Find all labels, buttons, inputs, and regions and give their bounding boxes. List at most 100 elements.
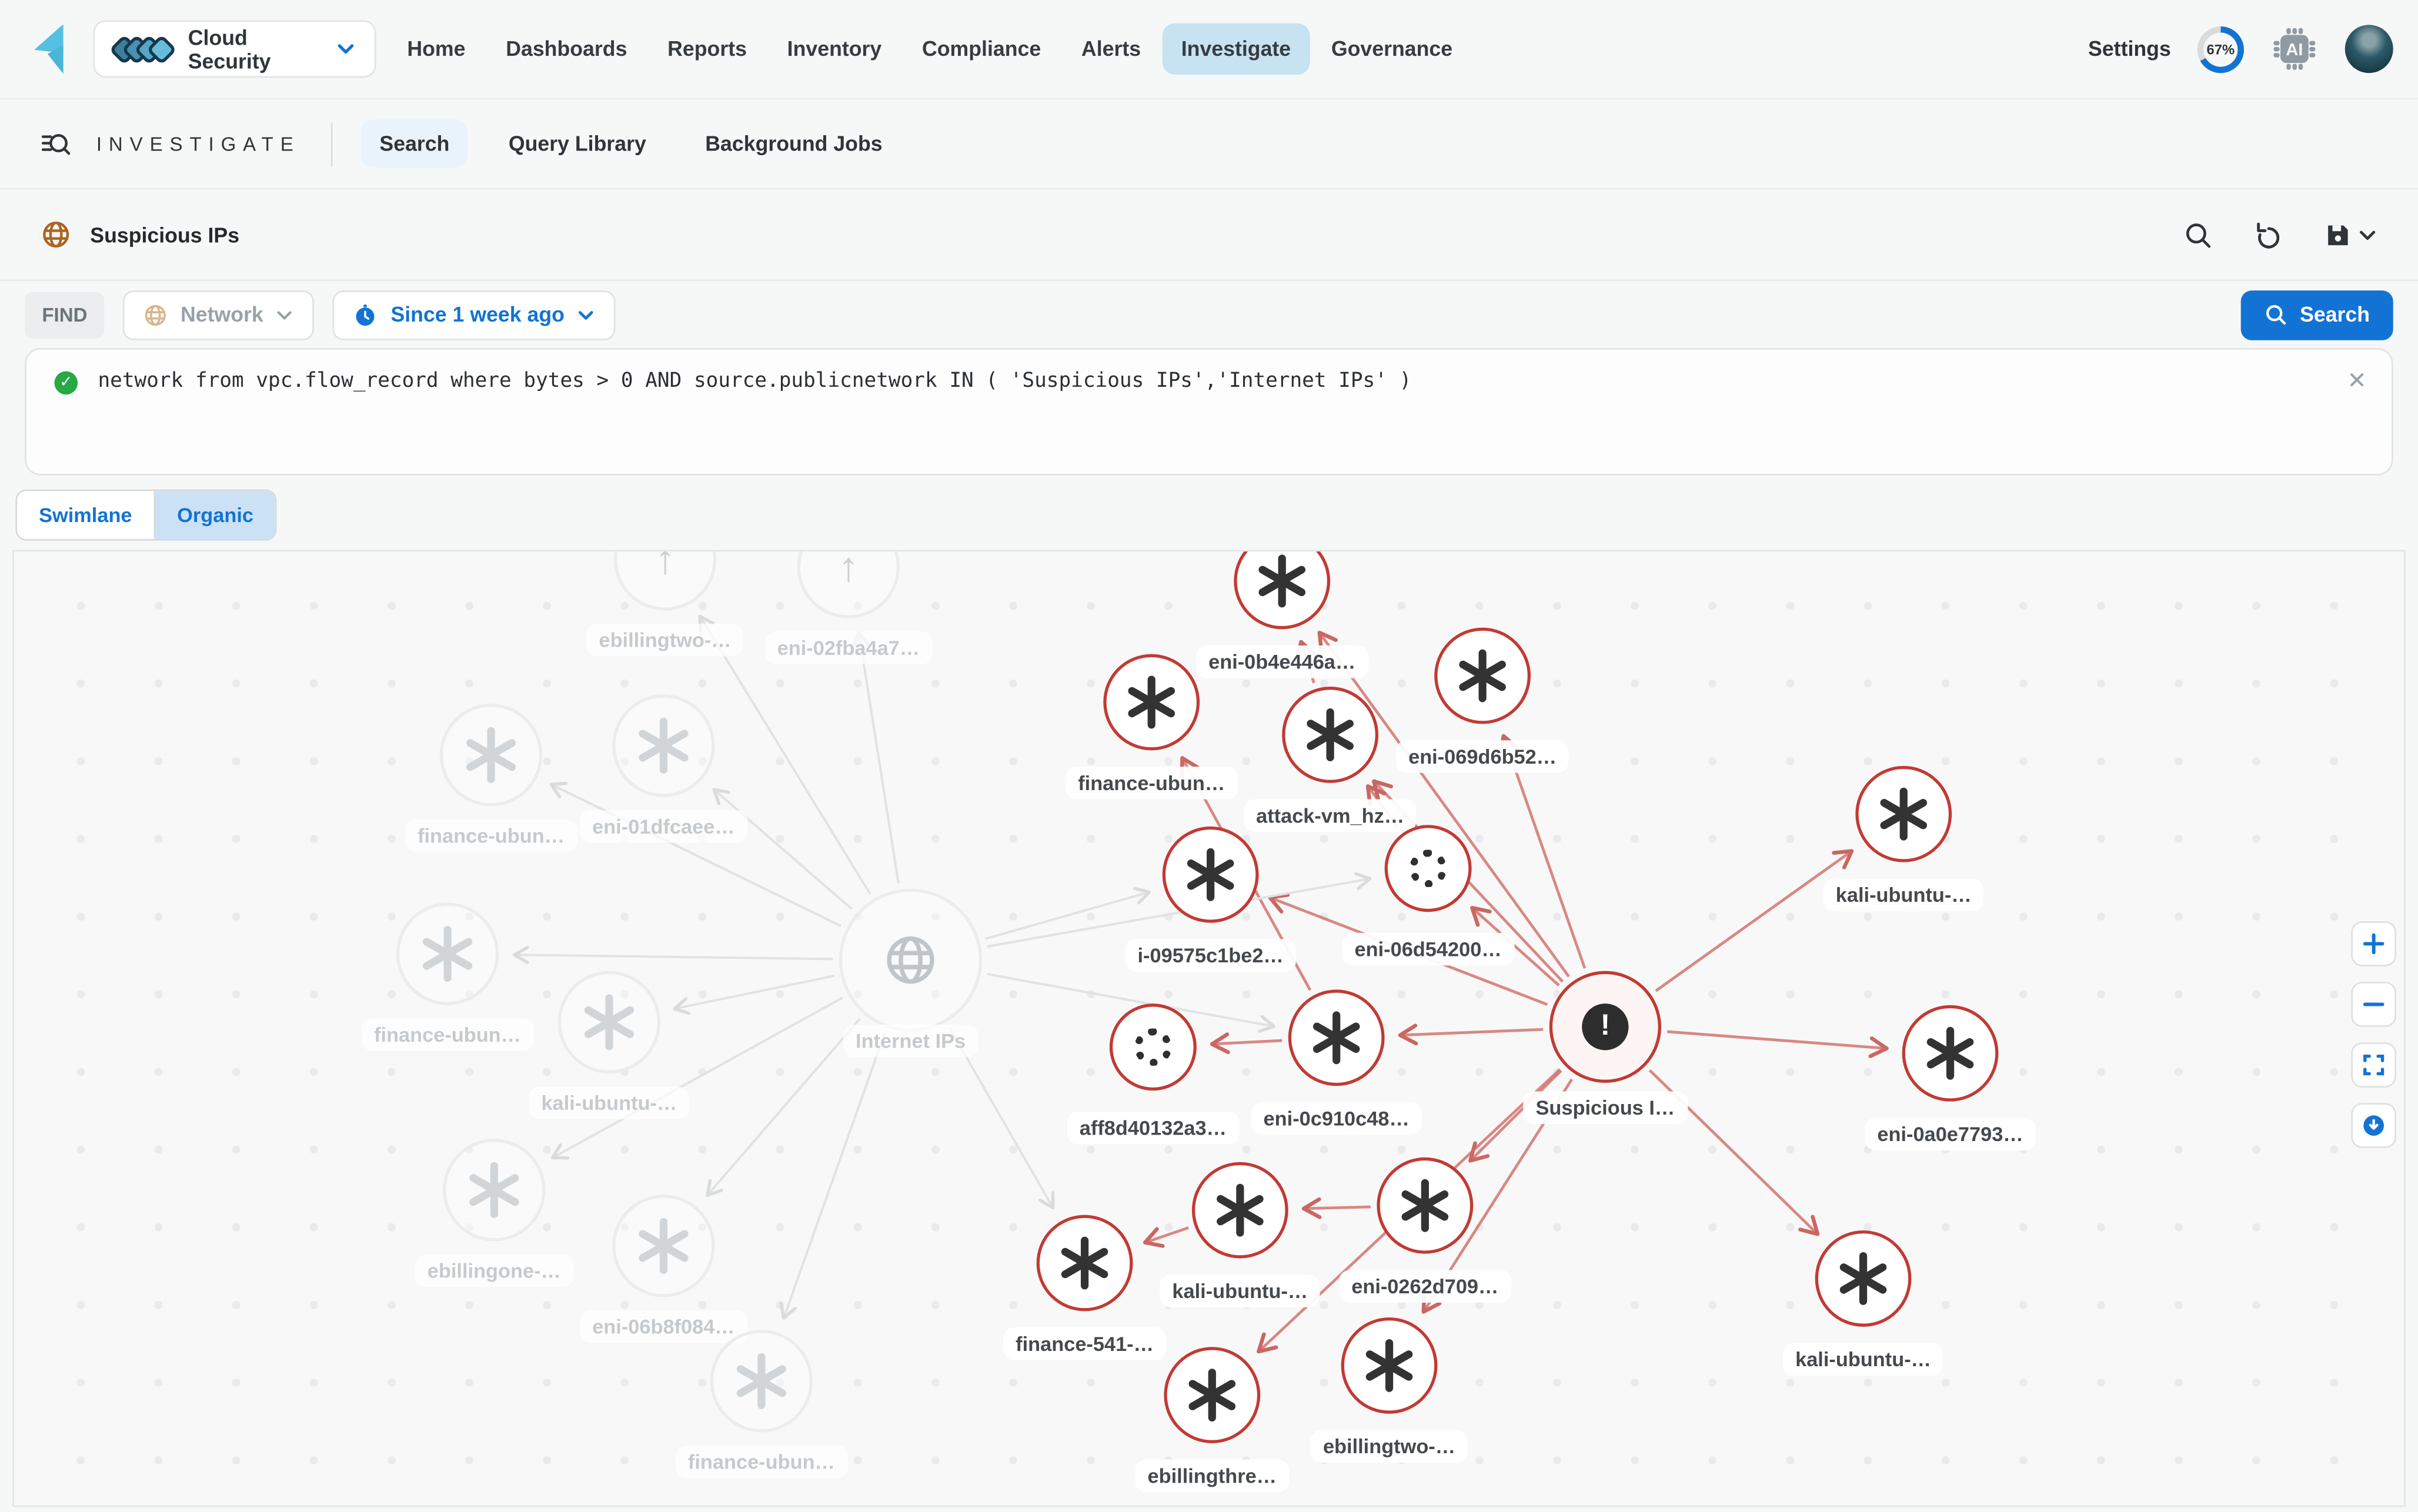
graph-node-i-09575c1be2[interactable] (1163, 827, 1259, 923)
topnav-right: Settings 67% AI (2088, 25, 2418, 73)
search-icon[interactable] (2183, 220, 2213, 249)
fit-view-button[interactable] (2351, 1042, 2396, 1088)
zoom-out-button[interactable] (2351, 982, 2396, 1027)
plus-icon (2362, 932, 2386, 956)
query-clear-icon[interactable]: ✕ (2347, 367, 2367, 395)
graph-node-attack-vm-hz[interactable] (1282, 687, 1378, 783)
save-icon (2323, 220, 2353, 249)
graph-node-eni-01dfcaee[interactable] (612, 694, 714, 797)
graph-node-eni-0c910c48[interactable] (1288, 989, 1385, 1086)
graph-node-eni-069d6b52[interactable] (1434, 628, 1531, 724)
graph-node-aff8d40132a3[interactable] (1110, 1003, 1197, 1090)
nav-item-dashboards[interactable]: Dashboards (487, 24, 646, 75)
save-menu[interactable] (2323, 220, 2377, 249)
search-icon (2264, 303, 2287, 326)
graph-node-internet-ips[interactable] (839, 889, 982, 1032)
asterisk-icon (1125, 676, 1178, 729)
tab-search[interactable]: Search (361, 119, 468, 168)
graph-node-eni-0a0e7793[interactable] (1902, 1005, 1999, 1102)
graph-node-label: eni-01dfcaee… (580, 810, 747, 842)
graph-edge (515, 955, 833, 959)
workspace-label: Cloud Security (188, 26, 336, 72)
chevron-down-icon (336, 39, 356, 59)
top-navbar: Cloud Security HomeDashboardsReportsInve… (0, 0, 2418, 99)
graph-node-label: ebillingtwo-… (586, 624, 743, 656)
asterisk-icon (1877, 788, 1930, 841)
nav-item-reports[interactable]: Reports (649, 24, 765, 75)
usage-progress-ring[interactable]: 67% (2197, 26, 2244, 72)
graph-node-ebillingtwo[interactable] (1341, 1317, 1438, 1414)
query-text[interactable]: network from vpc.flow_record where bytes… (98, 370, 2329, 393)
graph-node-kali-ubuntu[interactable] (1855, 766, 1952, 862)
time-range-value: Since 1 week ago (390, 303, 564, 326)
graph-node-label: ebillingone-… (415, 1255, 573, 1287)
graph-node-label: eni-0c910c48… (1251, 1102, 1422, 1135)
nav-item-home[interactable]: Home (389, 24, 485, 75)
entity-filter-dropdown[interactable]: Network (123, 290, 315, 340)
graph-node-label: finance-541-… (1003, 1327, 1166, 1360)
network-interface-icon (1410, 850, 1447, 887)
graph-edge (1145, 1227, 1188, 1242)
asterisk-icon (1184, 848, 1237, 901)
tab-query-library[interactable]: Query Library (490, 119, 664, 168)
graph-node-eni-06d54200[interactable] (1385, 825, 1472, 912)
query-editor[interactable]: ✓ network from vpc.flow_record where byt… (25, 348, 2393, 476)
graph-node-finance-541[interactable] (1037, 1215, 1133, 1312)
time-range-dropdown[interactable]: Since 1 week ago (333, 290, 616, 340)
nav-item-compliance[interactable]: Compliance (903, 24, 1060, 75)
graph-node-finance-ubun[interactable] (440, 704, 542, 806)
download-graph-button[interactable] (2351, 1103, 2396, 1148)
network-graph-canvas[interactable]: eni-0b4e446a…finance-ubun…attack-vm_hz…e… (12, 550, 2406, 1507)
user-avatar[interactable] (2345, 25, 2393, 73)
graph-node-eni-06b8f084[interactable] (612, 1195, 714, 1297)
graph-node-finance-ubun[interactable] (1103, 654, 1200, 751)
asterisk-icon (1456, 650, 1509, 703)
suspicious-ips-globe-icon (41, 219, 72, 250)
nav-item-investigate[interactable]: Investigate (1163, 24, 1310, 75)
undo-icon[interactable] (2253, 220, 2283, 249)
asterisk-icon (636, 1218, 692, 1274)
graph-node-label: finance-ubun… (676, 1446, 847, 1478)
graph-node-label: kali-ubuntu-… (1823, 878, 1984, 911)
usage-progress-value: 67% (2207, 41, 2235, 56)
graph-node-label: aff8d40132a3… (1067, 1112, 1239, 1144)
graph-node-suspicious-i[interactable]: ! (1549, 971, 1661, 1083)
network-interface-icon (1134, 1028, 1171, 1065)
settings-link[interactable]: Settings (2088, 37, 2171, 61)
graph-node-kali-ubuntu[interactable] (1192, 1162, 1288, 1259)
graph-node-finance-ubun[interactable] (710, 1330, 813, 1432)
network-globe-icon (143, 302, 168, 327)
graph-node-kali-ubuntu[interactable] (1815, 1230, 1912, 1327)
layout-option-organic[interactable]: Organic (154, 491, 275, 539)
query-header-row: Suspicious IPs (0, 189, 2418, 281)
graph-node-ebillingthre[interactable] (1164, 1347, 1260, 1443)
graph-zoom-controls (2351, 921, 2396, 1148)
graph-edge (859, 633, 899, 884)
graph-node-label: kali-ubuntu-… (1783, 1343, 1943, 1376)
graph-node-kali-ubuntu[interactable] (558, 971, 660, 1073)
zoom-in-button[interactable] (2351, 921, 2396, 966)
graph-node-label: finance-ubun… (1066, 767, 1237, 799)
workspace-switcher[interactable]: Cloud Security (93, 20, 376, 78)
arrow-up-icon: ↑ (838, 550, 859, 588)
layout-option-swimlane[interactable]: Swimlane (17, 491, 153, 539)
graph-node-eni-0262d709[interactable] (1377, 1158, 1473, 1254)
graph-node-ebillingone[interactable] (443, 1139, 545, 1241)
nav-item-inventory[interactable]: Inventory (769, 24, 900, 75)
ai-assistant-icon[interactable]: AI (2270, 25, 2319, 73)
nav-item-alerts[interactable]: Alerts (1063, 24, 1160, 75)
query-actions (2183, 220, 2418, 249)
graph-edge (1304, 1207, 1371, 1209)
graph-edge (1667, 1032, 1886, 1049)
tab-background-jobs[interactable]: Background Jobs (687, 119, 901, 168)
graph-node-finance-ubun[interactable] (396, 902, 499, 1005)
app-window: Cloud Security HomeDashboardsReportsInve… (0, 0, 2418, 1512)
brand-logo-icon[interactable] (34, 24, 71, 74)
graph-node-label: eni-0a0e7793… (1865, 1118, 2036, 1150)
graph-node-label: attack-vm_hz… (1244, 800, 1417, 832)
investigate-search-icon (41, 128, 72, 159)
graph-edge (714, 790, 852, 909)
run-search-button[interactable]: Search (2241, 290, 2393, 340)
nav-item-governance[interactable]: Governance (1312, 24, 1471, 75)
asterisk-icon (1398, 1179, 1451, 1232)
